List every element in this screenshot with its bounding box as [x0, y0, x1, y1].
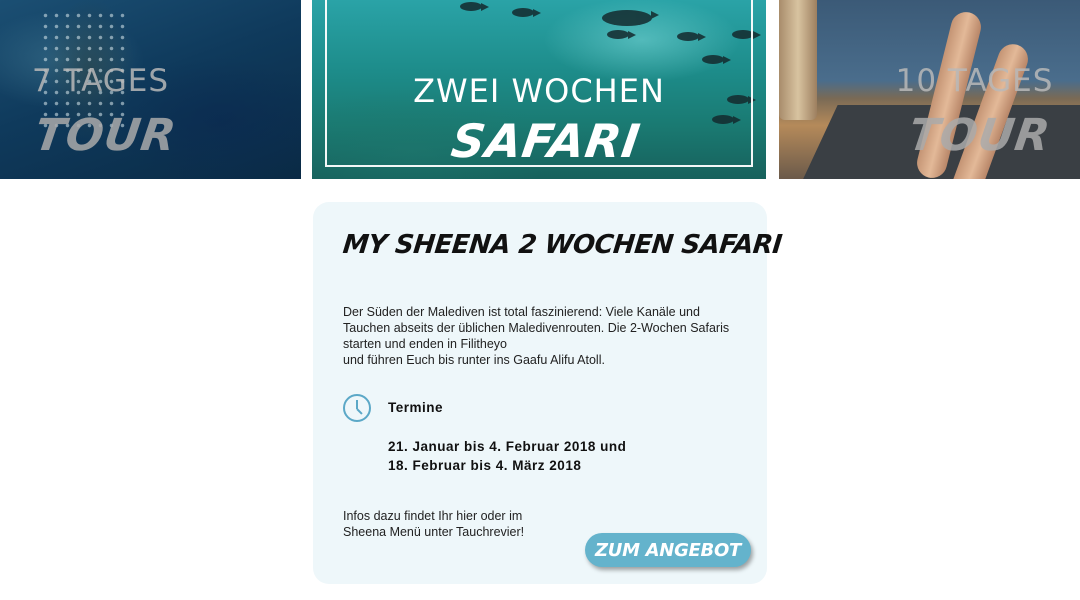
info-line: Sheena Menü unter Tauchrevier! [343, 525, 525, 539]
tile-left-subheading: TOUR [0, 110, 301, 161]
description-line: Der Süden der Malediven ist total faszin… [343, 305, 700, 319]
tile-right-line1: 10 TAGES [895, 63, 1054, 99]
info-text: Infos dazu findet Ihr hier oder im Sheen… [343, 508, 583, 540]
tile-middle-subheading: SAFARI [326, 114, 766, 168]
tile-middle-heading: ZWEI WOCHEN [312, 72, 766, 110]
termine-dates: 21. Januar bis 4. Februar 2018 und 18. F… [388, 437, 626, 475]
description-line: starten und enden in Filitheyo [343, 337, 507, 351]
lamp-image [779, 0, 817, 120]
tile-left-line2: TOUR [31, 110, 180, 161]
tile-right-line2: TOUR [905, 110, 1054, 161]
tile-middle-line2: SAFARI [448, 114, 644, 168]
date-line: 18. Februar bis 4. März 2018 [388, 458, 582, 473]
date-line: 21. Januar bis 4. Februar 2018 und [388, 439, 627, 454]
termine-label: Termine [388, 400, 444, 415]
tile-7-tages-tour[interactable]: 7 TAGES TOUR [0, 0, 301, 179]
tile-middle-line1: ZWEI WOCHEN [413, 72, 665, 110]
clock-icon [343, 394, 371, 422]
info-line: Infos dazu findet Ihr hier oder im [343, 509, 523, 523]
tile-zwei-wochen-safari[interactable]: ZWEI WOCHEN SAFARI [312, 0, 766, 179]
tile-right-subheading: TOUR [879, 110, 1080, 161]
description-line: Tauchen abseits der üblichen Malediven­r… [343, 321, 730, 335]
tile-left-line1: 7 TAGES [31, 63, 170, 99]
description-line: und führen Euch bis runter ins Gaafu Ali… [343, 353, 605, 367]
tile-left-heading: 7 TAGES [0, 63, 301, 99]
tile-10-tages-tour[interactable]: 10 TAGES TOUR [779, 0, 1080, 179]
safari-info-card: MY SHEENA 2 WOCHEN SAFARI Der Süden der … [313, 202, 783, 584]
zum-angebot-button[interactable]: ZUM ANGEBOT [585, 533, 751, 567]
tile-right-heading: 10 TAGES [869, 63, 1080, 99]
card-title: MY SHEENA 2 WOCHEN SAFARI [341, 230, 784, 260]
card-description: Der Süden der Malediven ist total faszin… [343, 304, 743, 368]
